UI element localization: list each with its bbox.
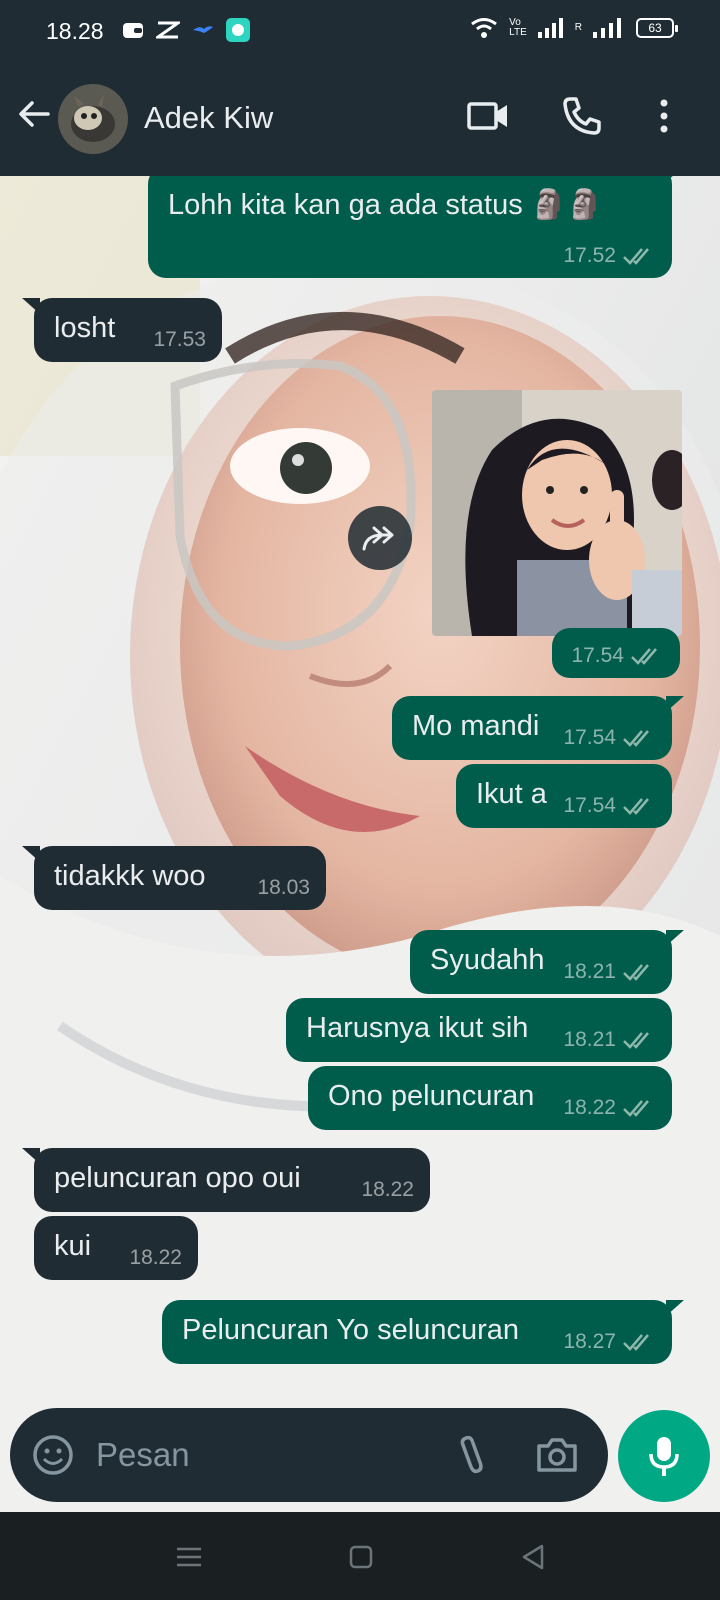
message-time: 18.27 xyxy=(563,1330,616,1353)
read-receipt-icon xyxy=(623,730,649,747)
message-outgoing[interactable]: Peluncuran Yo seluncuran 18.27 xyxy=(162,1300,684,1364)
message-text: Syudahh xyxy=(430,944,545,976)
attach-icon[interactable] xyxy=(450,1432,494,1478)
message-text: peluncuran opo oui xyxy=(54,1162,301,1194)
camera-icon[interactable] xyxy=(534,1432,580,1478)
read-receipt-icon xyxy=(623,964,649,981)
read-receipt-icon xyxy=(623,1032,649,1049)
avatar[interactable] xyxy=(58,84,128,154)
system-navigation-bar xyxy=(0,1512,720,1600)
message-time: 18.21 xyxy=(563,960,616,983)
more-vert-icon[interactable] xyxy=(642,94,686,138)
notification-icons xyxy=(122,18,250,42)
message-incoming[interactable]: kui 18.22 xyxy=(34,1216,198,1280)
message-text: Ikut a xyxy=(476,778,547,810)
forward-icon xyxy=(362,526,394,551)
message-text: Peluncuran Yo seluncuran xyxy=(182,1314,519,1346)
chat-app-icon xyxy=(226,18,250,42)
back-nav-icon[interactable] xyxy=(518,1542,548,1572)
message-input[interactable]: Pesan xyxy=(96,1436,190,1474)
video-call-icon[interactable] xyxy=(466,94,510,138)
message-meta: 18.03 xyxy=(257,876,310,900)
message-outgoing[interactable]: Harusnya ikut sih 18.21 xyxy=(286,998,672,1062)
contact-name[interactable]: Adek Kiw xyxy=(144,100,273,136)
menu-nav-icon[interactable] xyxy=(174,1542,204,1572)
message-meta: 18.22 xyxy=(361,1178,414,1202)
message-time: 17.54 xyxy=(563,794,616,817)
signal-icon-2 xyxy=(593,18,621,38)
voice-call-icon[interactable] xyxy=(560,94,604,138)
status-time: 18.28 xyxy=(46,18,104,44)
volte-indicator: Vo LTE xyxy=(509,17,527,38)
message-text: Lohh kita kan ga ada status 🗿🗿 xyxy=(168,189,603,221)
status-bar: 18.28 Vo LTE R 63 xyxy=(0,0,720,64)
message-outgoing[interactable]: Mo mandi 17.54 xyxy=(392,696,684,760)
mic-icon xyxy=(649,1437,679,1476)
wallet-icon xyxy=(123,23,143,38)
message-text: Harusnya ikut sih xyxy=(306,1012,529,1044)
message-time: 18.03 xyxy=(257,876,310,899)
message-time: 18.21 xyxy=(563,1028,616,1051)
home-nav-icon[interactable] xyxy=(346,1542,376,1572)
message-meta: 18.21 xyxy=(563,960,656,984)
system-icons: Vo LTE R 63 xyxy=(469,16,678,40)
message-text: Mo mandi xyxy=(412,710,540,742)
emoji-icon[interactable] xyxy=(30,1432,76,1478)
message-incoming[interactable]: losht 17.53 xyxy=(22,298,222,362)
chat-area[interactable]: Lohh kita kan ga ada status 🗿🗿 17.52 los… xyxy=(0,176,720,1512)
wifi-icon xyxy=(471,18,498,38)
message-text: kui xyxy=(54,1230,92,1262)
message-outgoing[interactable]: Syudahh 18.21 xyxy=(410,930,684,994)
message-incoming[interactable]: tidakkk woo 18.03 xyxy=(22,846,326,910)
battery-indicator: 63 xyxy=(636,18,678,38)
message-time: 17.54 xyxy=(571,644,624,667)
bird-icon xyxy=(193,26,213,33)
image-message-meta[interactable]: 17.54 xyxy=(552,628,680,678)
roaming-indicator: R xyxy=(574,22,582,33)
chat-header: Adek Kiw xyxy=(0,64,720,176)
read-receipt-icon xyxy=(623,248,649,265)
message-outgoing[interactable]: Ikut a 17.54 xyxy=(456,764,672,828)
read-receipt-icon xyxy=(623,1100,649,1117)
image-message[interactable] xyxy=(432,390,682,636)
read-receipt-icon xyxy=(623,1334,649,1351)
message-meta: 18.21 xyxy=(563,1028,656,1052)
message-meta: 17.53 xyxy=(153,328,206,352)
signal-icon xyxy=(537,18,563,38)
message-time: 18.22 xyxy=(129,1246,182,1269)
message-composer: Pesan xyxy=(10,1408,608,1502)
message-text: Ono peluncuran xyxy=(328,1080,535,1112)
message-time: 17.54 xyxy=(563,726,616,749)
message-time: 17.53 xyxy=(153,328,206,351)
read-receipt-icon xyxy=(623,798,649,815)
message-text: tidakkk woo xyxy=(54,860,206,892)
message-meta: 17.54 xyxy=(563,726,656,750)
message-meta: 17.52 xyxy=(563,244,656,268)
read-receipt-icon xyxy=(631,648,657,665)
message-meta: 18.27 xyxy=(563,1330,656,1354)
message-outgoing[interactable]: Ono peluncuran 18.22 xyxy=(308,1066,672,1130)
message-outgoing[interactable]: Lohh kita kan ga ada status 🗿🗿 17.52 xyxy=(148,176,684,278)
message-meta: 17.54 xyxy=(571,644,664,668)
message-meta: 17.54 xyxy=(563,794,656,818)
voice-message-button[interactable] xyxy=(618,1410,710,1502)
message-time: 18.22 xyxy=(361,1178,414,1201)
capcut-icon xyxy=(156,21,180,39)
message-meta: 18.22 xyxy=(129,1246,182,1270)
back-arrow-icon[interactable] xyxy=(14,94,54,134)
message-meta: 18.22 xyxy=(563,1096,656,1120)
message-time: 17.52 xyxy=(563,244,616,267)
message-time: 18.22 xyxy=(563,1096,616,1119)
message-incoming[interactable]: peluncuran opo oui 18.22 xyxy=(22,1148,430,1212)
message-text: losht xyxy=(54,312,116,344)
forward-button[interactable] xyxy=(348,506,412,570)
